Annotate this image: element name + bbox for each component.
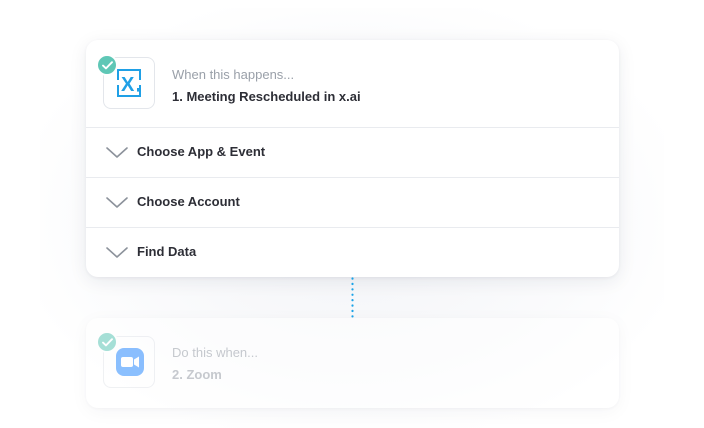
section-find-data[interactable]: Find Data	[86, 228, 619, 277]
section-label: Find Data	[137, 244, 197, 259]
check-icon	[96, 331, 118, 353]
chevron-down-icon	[106, 196, 128, 214]
step-connector	[351, 277, 354, 319]
action-title: 2. Zoom	[172, 367, 222, 382]
action-caption: Do this when...	[172, 345, 258, 360]
action-step-header[interactable]: Do this when... 2. Zoom	[86, 318, 619, 405]
chevron-down-icon	[106, 146, 128, 164]
trigger-step-header[interactable]: X When this happens... 1. Meeting Resche…	[86, 40, 619, 128]
section-label: Choose Account	[137, 194, 240, 209]
chevron-down-icon	[106, 246, 128, 264]
trigger-caption: When this happens...	[172, 67, 295, 82]
svg-text:X: X	[121, 74, 135, 96]
section-label: Choose App & Event	[137, 144, 266, 159]
trigger-step-card: X When this happens... 1. Meeting Resche…	[86, 40, 619, 277]
check-icon	[96, 54, 118, 76]
section-choose-account[interactable]: Choose Account	[86, 178, 619, 228]
trigger-title: 1. Meeting Rescheduled in x.ai	[172, 89, 361, 104]
action-step-card: Do this when... 2. Zoom	[86, 318, 619, 408]
section-choose-app-event[interactable]: Choose App & Event	[86, 128, 619, 178]
